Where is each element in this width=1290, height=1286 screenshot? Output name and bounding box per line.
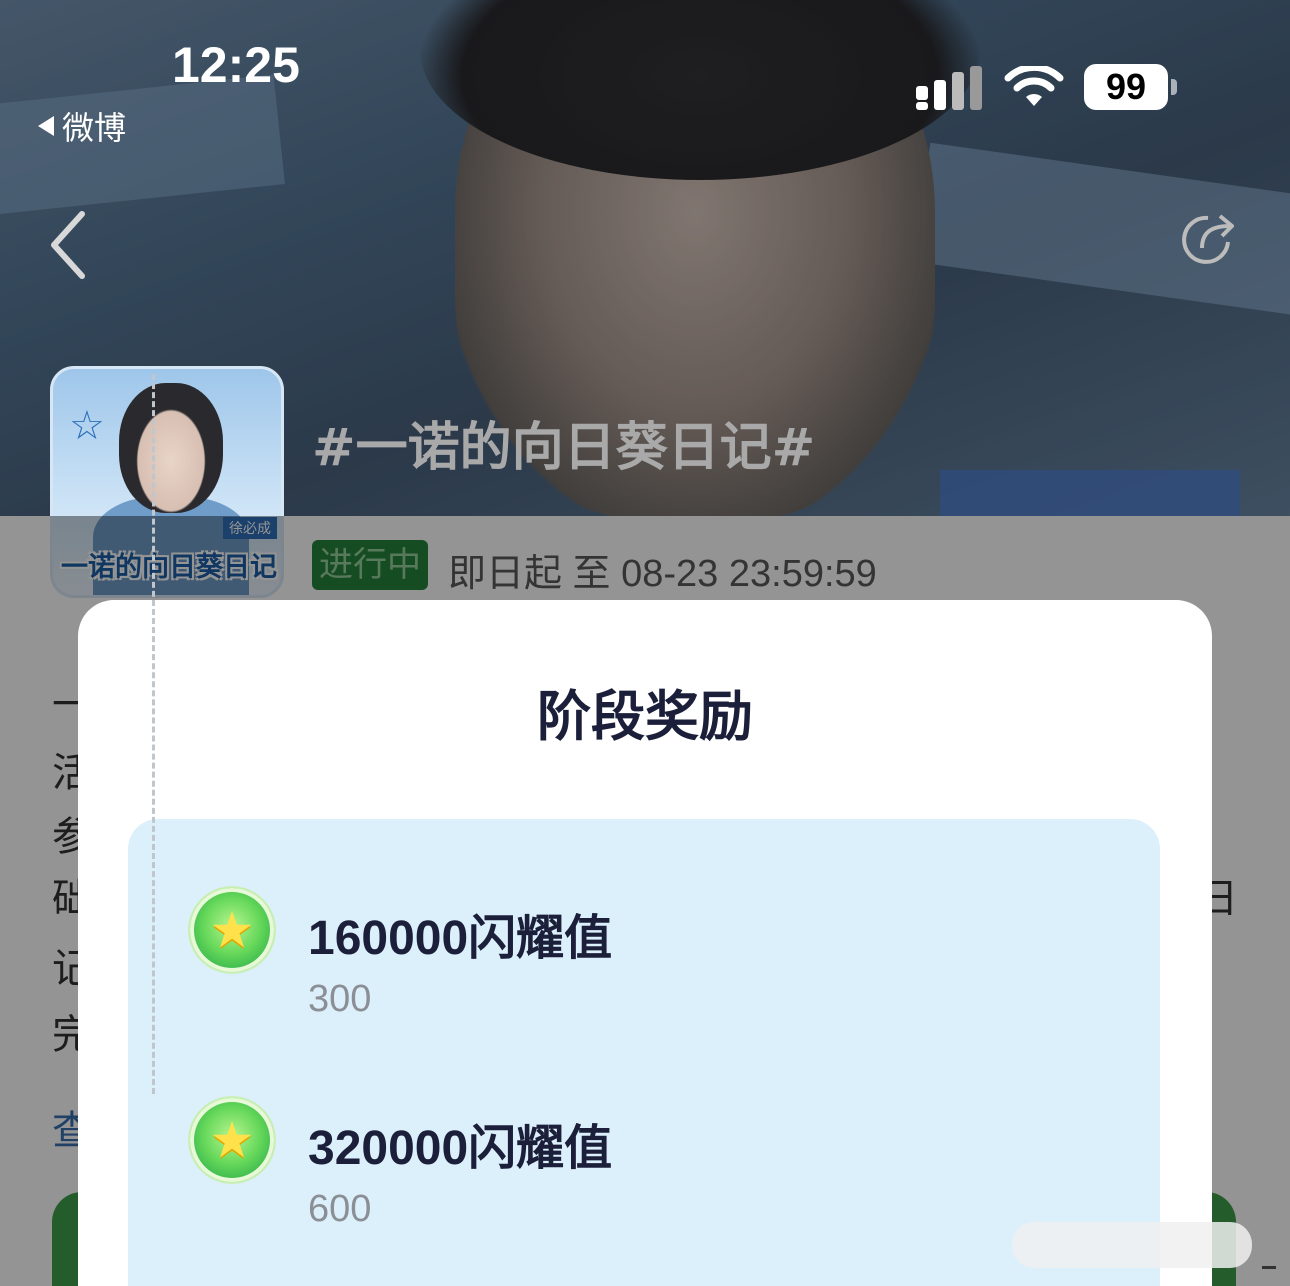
reward-item: ★ 320000闪耀值 600 [190, 1098, 1090, 1238]
page: 12:25 微博 99 ☆ 徐必成 一诺的向日葵日记 #一诺的向日葵日记# 进行… [0, 0, 1290, 1286]
reward-item: ★ 160000闪耀值 300 [190, 888, 1090, 1028]
back-triangle-icon [38, 116, 54, 136]
battery-indicator: 99 [1084, 64, 1168, 110]
battery-tip-icon [1171, 79, 1177, 95]
green-star-badge-icon: ★ [190, 1098, 274, 1182]
reward-threshold: 320000闪耀值 [308, 1122, 613, 1175]
back-chevron-icon[interactable] [48, 210, 88, 280]
wifi-icon [1004, 66, 1064, 106]
avatar-face [119, 383, 223, 513]
status-time: 12:25 [172, 37, 300, 93]
reward-timeline [152, 374, 155, 1094]
back-app-label: 微博 [62, 109, 127, 147]
topic-title: #一诺的向日葵日记# [312, 418, 816, 478]
reward-value: 300 [308, 978, 372, 1020]
share-icon[interactable] [1176, 208, 1240, 272]
watermark-mark [1262, 1266, 1276, 1269]
back-to-app-button[interactable]: 微博 [38, 103, 126, 149]
signal-icon [916, 66, 982, 110]
reward-threshold: 160000闪耀值 [308, 912, 613, 965]
modal-title: 阶段奖励 [537, 685, 753, 748]
reward-value: 600 [308, 1188, 372, 1230]
star-icon: ☆ [69, 403, 105, 449]
green-star-badge-icon: ★ [190, 888, 274, 972]
watermark [1012, 1222, 1252, 1268]
